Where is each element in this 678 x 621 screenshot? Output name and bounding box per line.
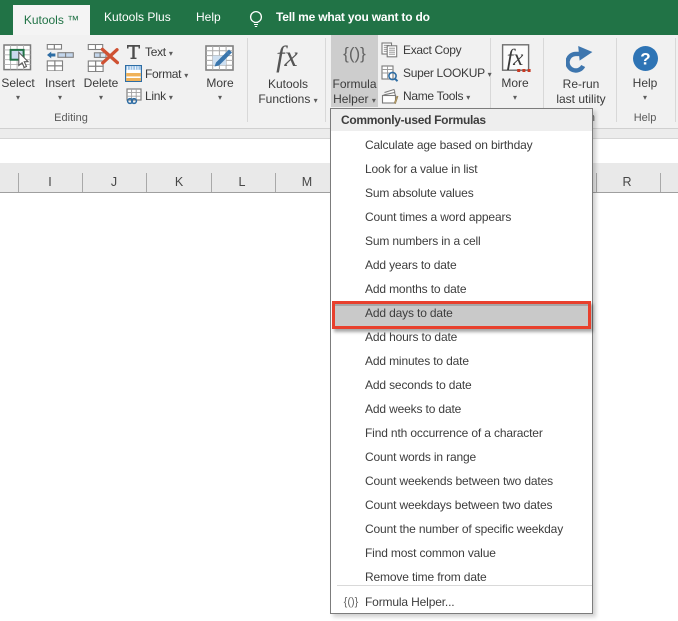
svg-text:fx: fx [507,45,524,70]
svg-text:?: ? [640,50,650,69]
